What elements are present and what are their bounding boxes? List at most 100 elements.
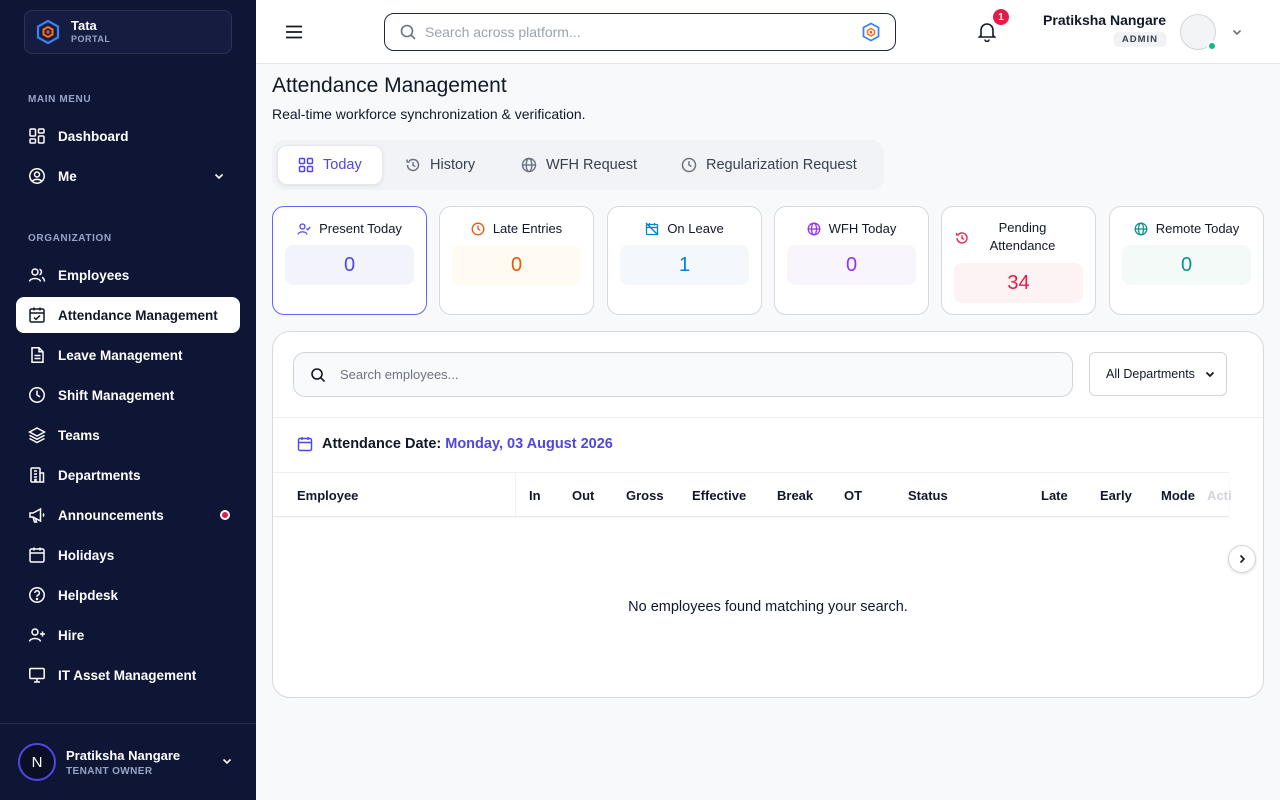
sidebar-item-label: Departments [58, 467, 141, 483]
column-header[interactable]: OT [844, 488, 862, 503]
stat-card-late-entries[interactable]: Late Entries 0 [439, 206, 594, 315]
column-header[interactable]: Status [908, 488, 948, 503]
attendance-panel: All Departments Attendance Date: Monday,… [272, 331, 1264, 698]
calendar-icon [297, 437, 313, 452]
stat-card-on-leave[interactable]: On Leave 1 [607, 206, 762, 315]
column-header[interactable]: Early [1100, 488, 1132, 503]
column-header[interactable]: Out [572, 488, 594, 503]
chevron-down-icon[interactable] [1230, 25, 1244, 39]
stat-card-wfh-today[interactable]: WFH Today 0 [774, 206, 929, 315]
sidebar: Tata PORTAL MAIN MENU Dashboard Me ORGAN… [0, 0, 256, 800]
column-header[interactable]: Effective [692, 488, 746, 503]
stat-label: On Leave [667, 221, 724, 236]
sidebar-item-departments[interactable]: Departments [16, 457, 240, 493]
employee-search-input[interactable] [340, 367, 1040, 382]
sidebar-user-name: Pratiksha Nangare [66, 747, 181, 763]
avatar: N [18, 743, 56, 781]
shield-logo-icon [862, 22, 880, 42]
stat-label: Present Today [319, 221, 402, 236]
column-header[interactable]: Mode [1161, 488, 1195, 503]
column-header[interactable]: Employee [297, 488, 358, 503]
stat-label: Pending Attendance [989, 220, 1056, 253]
department-select[interactable]: All Departments [1089, 352, 1227, 396]
stat-label: WFH Today [828, 221, 897, 236]
tab-regularization-request[interactable]: Regularization Request [661, 145, 877, 185]
tab-history[interactable]: History [385, 145, 495, 185]
history-icon [955, 232, 968, 244]
stat-value: 0 [1122, 245, 1251, 285]
sidebar-item-helpdesk[interactable]: Helpdesk [16, 577, 240, 613]
column-header[interactable]: In [529, 488, 541, 503]
attendance-date: Attendance Date: Monday, 03 August 2026 [297, 436, 613, 452]
globe-icon [1134, 222, 1148, 235]
sidebar-item-label: Employees [58, 267, 130, 283]
globe-icon [521, 157, 537, 173]
calendar-icon [29, 547, 45, 563]
brand-logo-icon [36, 19, 60, 45]
sidebar-item-label: Leave Management [58, 347, 183, 363]
users-icon [28, 268, 46, 282]
grid-icon [298, 157, 314, 173]
sidebar-item-holidays[interactable]: Holidays [16, 537, 240, 573]
stat-label: Late Entries [492, 221, 563, 236]
megaphone-icon [29, 507, 45, 523]
column-header[interactable]: Break [777, 488, 813, 503]
clock-icon [681, 157, 697, 173]
column-header[interactable]: Late [1041, 488, 1068, 503]
employee-search[interactable] [293, 352, 1073, 397]
sidebar-item-teams[interactable]: Teams [16, 417, 240, 453]
organization-label: ORGANIZATION [28, 233, 112, 244]
column-header[interactable]: Gross [626, 488, 664, 503]
global-search-input[interactable] [425, 24, 845, 40]
tab-label: Regularization Request [706, 157, 857, 173]
tab-today[interactable]: Today [277, 145, 383, 185]
header-user-info[interactable]: Pratiksha Nangare ADMIN [1040, 12, 1166, 47]
divider [273, 417, 1263, 418]
brand[interactable]: Tata PORTAL [24, 10, 232, 54]
sidebar-item-label: Attendance Management [58, 307, 218, 323]
stat-card-pending-attendance[interactable]: Pending Attendance 34 [941, 206, 1096, 315]
page-title: Attendance Management [272, 74, 507, 97]
chevron-down-icon [214, 173, 224, 180]
table-header: Employee In Out Gross Effective Break OT… [273, 472, 1232, 518]
top-header: 1 Pratiksha Nangare ADMIN [256, 0, 1280, 64]
tab-bar: Today History WFH Request Regularization… [272, 140, 884, 190]
globe-icon [807, 222, 821, 235]
page-subtitle: Real-time workforce synchronization & ve… [272, 106, 586, 122]
sidebar-item-it-asset-management[interactable]: IT Asset Management [16, 657, 240, 693]
sidebar-item-label: Dashboard [58, 128, 129, 144]
empty-state-message: No employees found matching your search. [628, 599, 908, 615]
stat-label: Remote Today [1155, 221, 1240, 236]
search-icon [311, 367, 326, 382]
menu-icon[interactable] [284, 22, 304, 42]
sidebar-item-dashboard[interactable]: Dashboard [16, 118, 240, 154]
file-icon [31, 347, 44, 363]
sidebar-item-employees[interactable]: Employees [16, 257, 240, 293]
sidebar-item-attendance-management[interactable]: Attendance Management [16, 297, 240, 333]
sidebar-item-hire[interactable]: Hire [16, 617, 240, 653]
department-select-value: All Departments [1106, 367, 1195, 381]
stat-card-present-today[interactable]: Present Today 0 [272, 206, 427, 315]
tab-wfh-request[interactable]: WFH Request [501, 145, 657, 185]
brand-subtitle: PORTAL [71, 34, 111, 45]
sidebar-item-me[interactable]: Me [16, 158, 240, 194]
search-icon [400, 24, 416, 40]
building-icon [30, 467, 45, 483]
column-header[interactable]: Acti [1207, 488, 1232, 503]
global-search[interactable] [384, 13, 896, 51]
chevron-right-icon [1239, 554, 1246, 564]
clock-icon [471, 222, 485, 235]
user-plus-icon [28, 628, 45, 642]
attendance-date-value: Monday, 03 August 2026 [445, 436, 613, 452]
tab-label: WFH Request [546, 157, 638, 173]
sidebar-user-profile[interactable]: N Pratiksha Nangare TENANT OWNER [0, 723, 256, 800]
sidebar-item-leave-management[interactable]: Leave Management [16, 337, 240, 373]
grid-icon [29, 128, 45, 144]
tab-label: Today [323, 157, 362, 173]
sidebar-item-label: Announcements [58, 507, 164, 523]
scroll-right-button[interactable] [1228, 545, 1256, 573]
stat-value: 34 [954, 263, 1083, 303]
sidebar-item-announcements[interactable]: Announcements [16, 497, 240, 533]
stat-card-remote-today[interactable]: Remote Today 0 [1109, 206, 1264, 315]
sidebar-item-shift-management[interactable]: Shift Management [16, 377, 240, 413]
